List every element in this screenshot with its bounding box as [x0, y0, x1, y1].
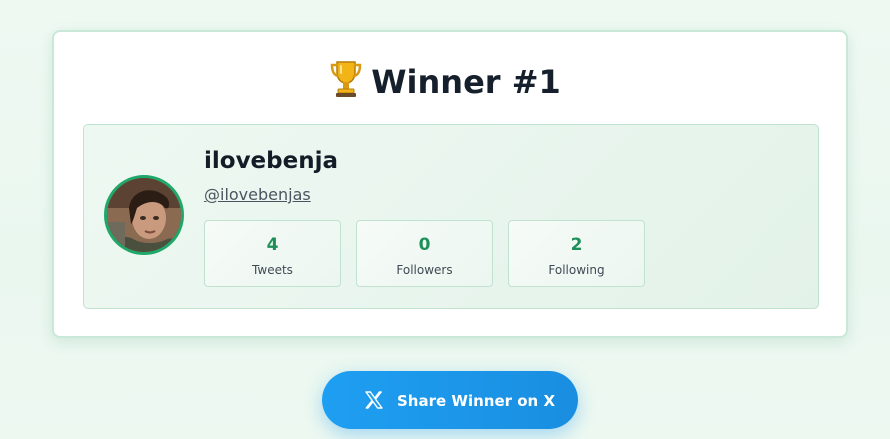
stat-following: 2 Following	[508, 220, 645, 287]
user-avatar-photo	[107, 178, 181, 252]
stat-label: Tweets	[252, 263, 293, 277]
avatar	[104, 175, 184, 255]
stat-value: 4	[266, 235, 279, 255]
stat-label: Followers	[396, 263, 453, 277]
stat-followers: 0 Followers	[356, 220, 493, 287]
winner-title-text: Winner #1	[371, 63, 561, 101]
stat-value: 0	[418, 235, 431, 255]
share-button-label: Share Winner on X	[397, 392, 556, 410]
stat-value: 2	[570, 235, 583, 255]
stat-tweets: 4 Tweets	[204, 220, 341, 287]
share-winner-button[interactable]: Share Winner on X	[322, 371, 578, 429]
x-logo-icon	[365, 391, 383, 409]
display-name: ilovebenja	[204, 148, 339, 174]
user-handle-link[interactable]: @ilovebenjas	[204, 185, 311, 204]
stat-label: Following	[548, 263, 605, 277]
winner-title: Winner #1	[0, 60, 890, 101]
trophy-icon	[330, 61, 362, 97]
